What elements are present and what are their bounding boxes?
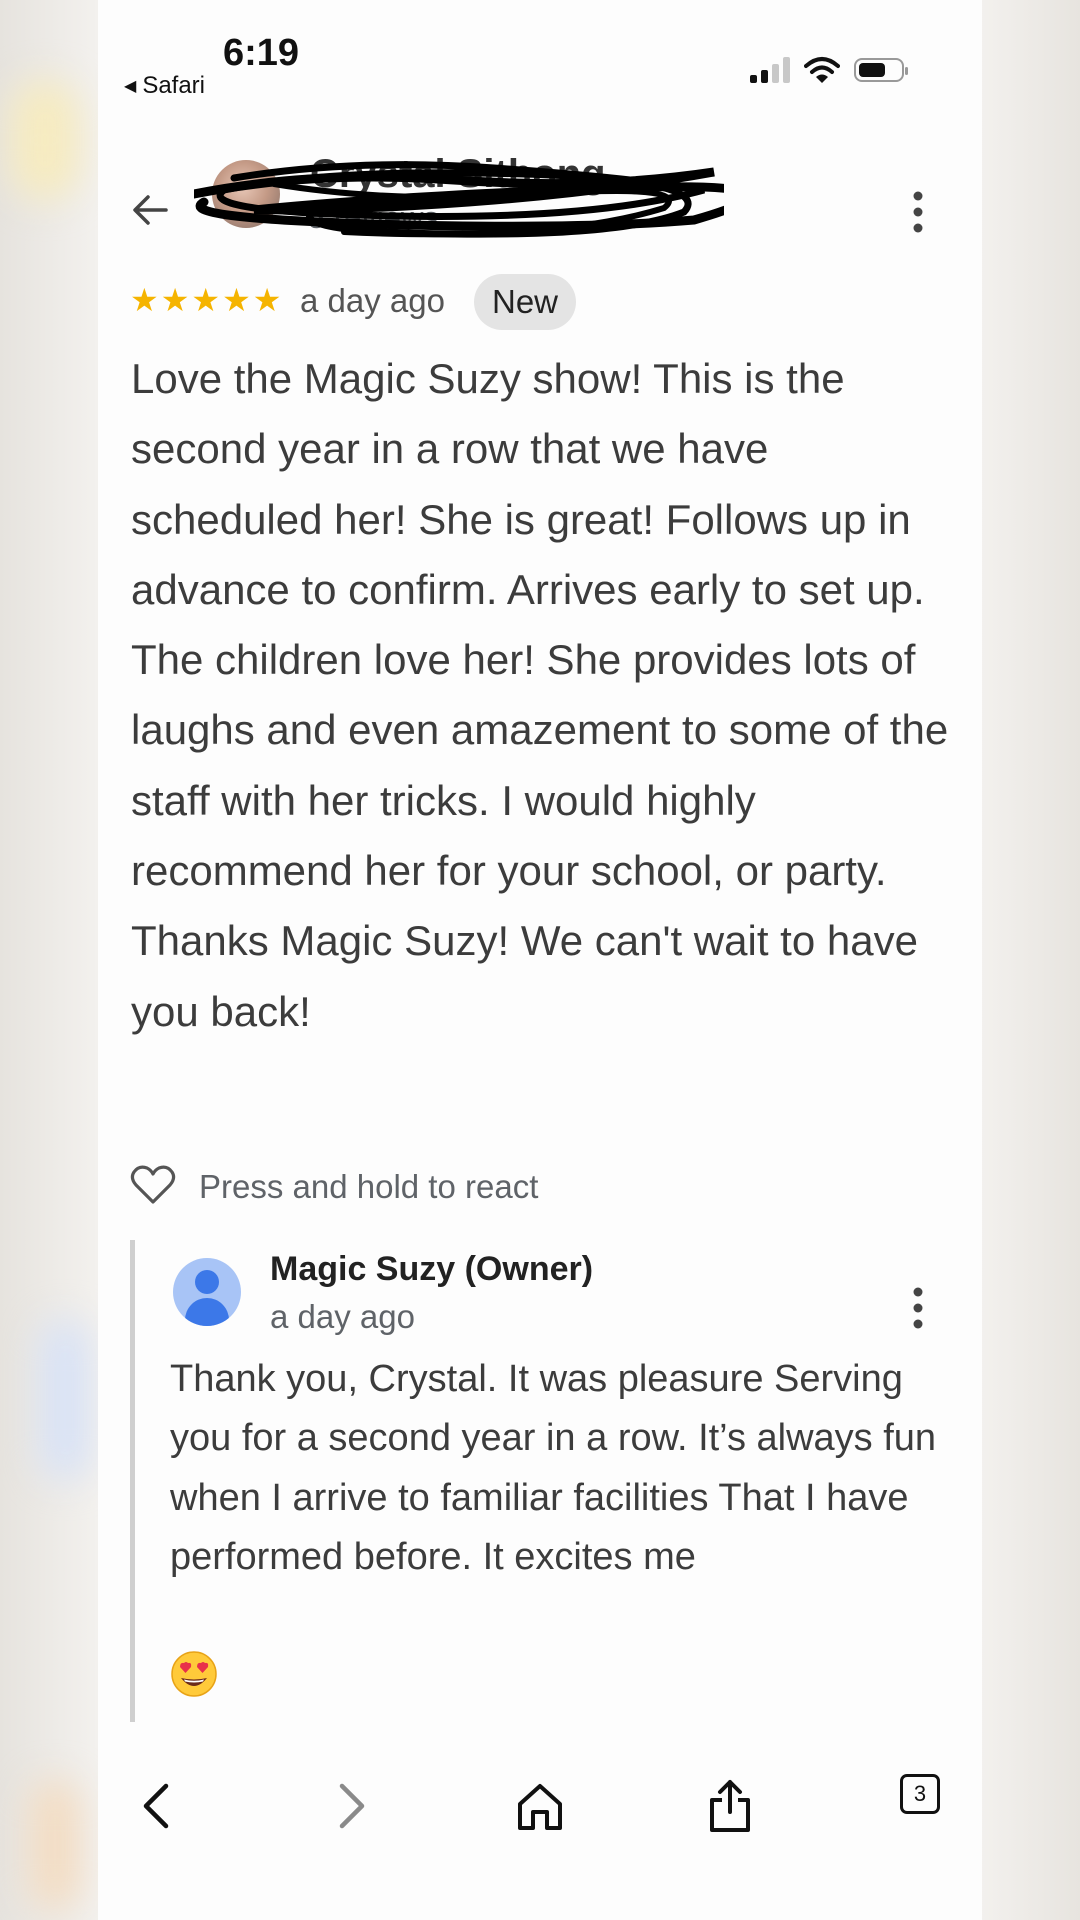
home-icon[interactable] [510, 1776, 570, 1836]
owner-reply-text: Thank you, Crystal. It was pleasure Serv… [170, 1358, 937, 1578]
react-hint[interactable]: Press and hold to react [199, 1168, 538, 1206]
status-icons [750, 56, 908, 84]
back-arrow-icon[interactable] [126, 186, 174, 234]
star-icon: ★ [222, 282, 251, 318]
wifi-icon [804, 57, 840, 83]
background-blob [10, 80, 80, 200]
reply-more-vert-icon[interactable] [908, 1286, 928, 1330]
person-head [195, 1270, 219, 1294]
back-app-label: Safari [142, 72, 206, 99]
person-body [185, 1298, 229, 1326]
cellular-signal-icon [750, 57, 790, 83]
heart-eyes-emoji [171, 1651, 217, 1697]
star-icon: ★ [252, 282, 282, 318]
star-icon: ★ [160, 282, 190, 318]
heart-icon[interactable] [130, 1162, 176, 1208]
owner-name: Magic Suzy (Owner) [270, 1250, 594, 1288]
background-blob [30, 1780, 80, 1910]
back-to-app[interactable]: ◀ Safari [124, 72, 205, 100]
reply-divider [130, 1240, 135, 1722]
chevron-left-icon[interactable] [128, 1776, 188, 1836]
browser-toolbar [98, 1740, 982, 1920]
back-triangle-icon: ◀ [124, 78, 137, 95]
status-time: 6:19 [223, 32, 300, 74]
owner-reply-date: a day ago [270, 1298, 415, 1335]
star-icon: ★ [130, 282, 159, 318]
star-icon: ★ [191, 282, 221, 318]
background-blob [40, 1320, 90, 1480]
tabs-icon[interactable]: 3 [900, 1774, 940, 1814]
redaction-scribble [194, 161, 724, 238]
chevron-right-icon[interactable] [320, 1776, 380, 1836]
share-icon[interactable] [700, 1776, 760, 1836]
more-vert-icon[interactable] [908, 190, 928, 234]
new-badge: New [474, 274, 577, 330]
star-rating: ★ ★ ★ ★ ★ [130, 280, 281, 320]
review-text: Love the Magic Suzy show! This is the se… [131, 355, 949, 1035]
owner-avatar [173, 1258, 241, 1326]
battery-icon [854, 58, 908, 82]
review-date: a day ago [300, 282, 445, 319]
phone-screen: 6:19 ◀ Safari Crystal Sithong 5 reviews … [98, 0, 982, 1920]
